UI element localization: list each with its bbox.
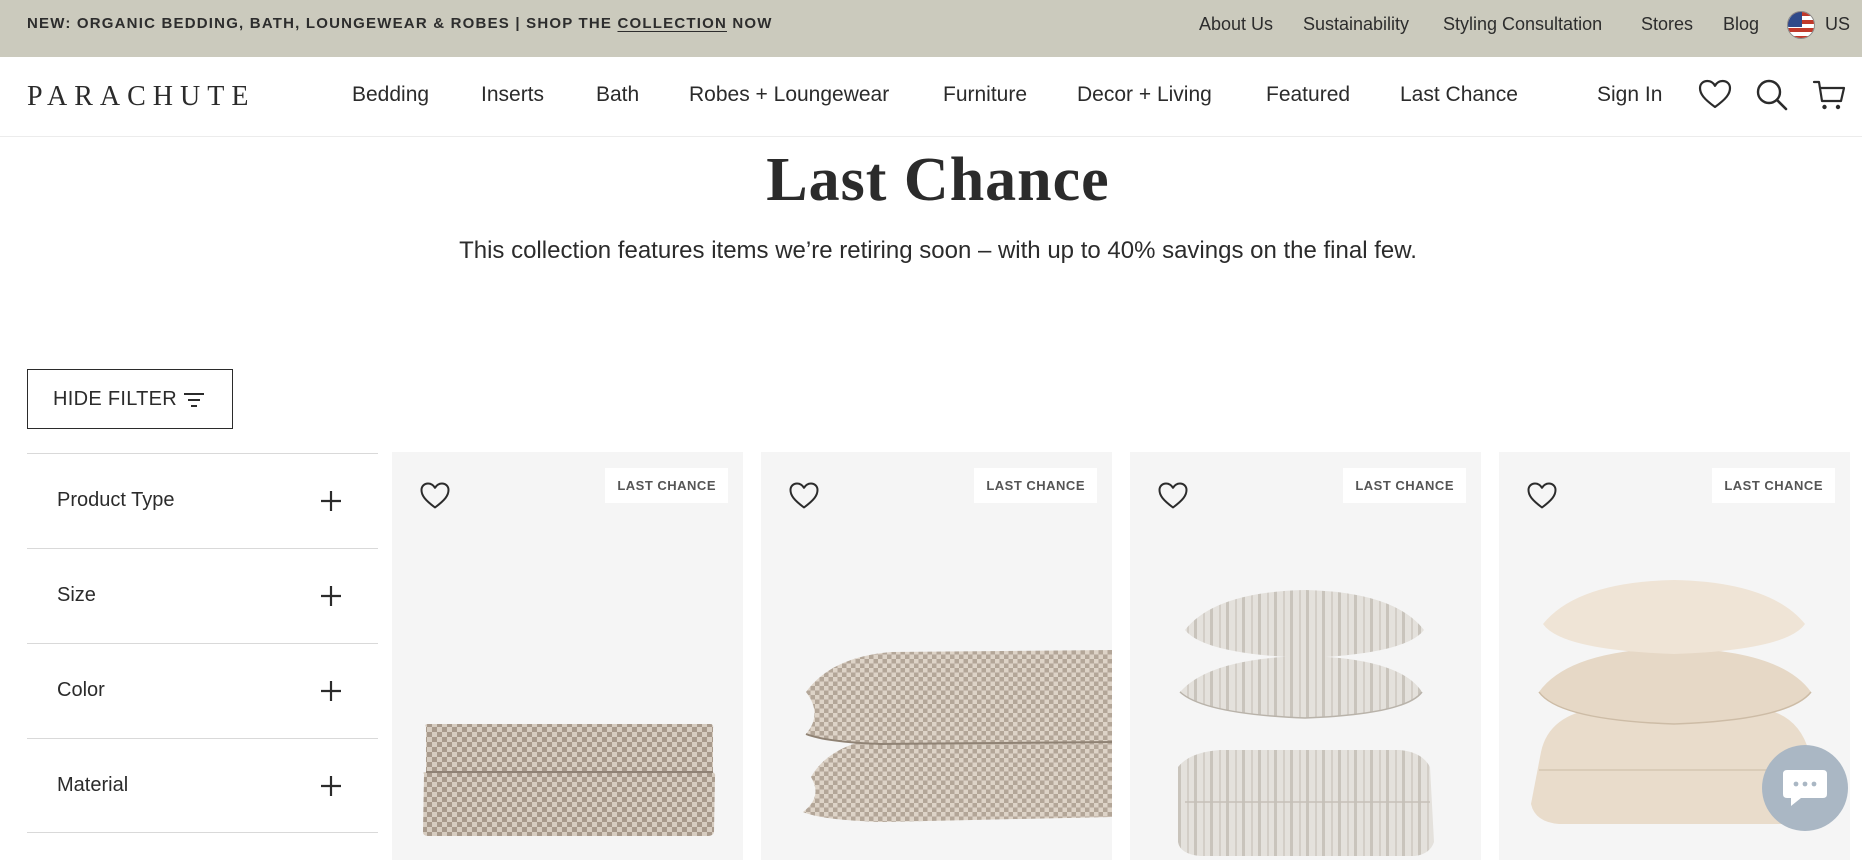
plus-icon[interactable] bbox=[319, 774, 343, 798]
last-chance-badge: LAST CHANCE bbox=[1343, 468, 1466, 503]
plus-icon[interactable] bbox=[319, 489, 343, 513]
utility-link-styling-consultation[interactable]: Styling Consultation bbox=[1443, 14, 1602, 35]
heart-icon[interactable] bbox=[1698, 78, 1732, 112]
announcement-text: NEW: ORGANIC BEDDING, BATH, LOUNGEWEAR &… bbox=[27, 15, 773, 32]
announcement-prefix: NEW: ORGANIC BEDDING, BATH, LOUNGEWEAR &… bbox=[27, 15, 618, 32]
nav-item-robes-loungewear[interactable]: Robes + Loungewear bbox=[689, 83, 889, 107]
last-chance-badge: LAST CHANCE bbox=[1712, 468, 1835, 503]
nav-item-bedding[interactable]: Bedding bbox=[352, 83, 429, 107]
filter-label: Size bbox=[57, 584, 96, 606]
wishlist-heart-icon[interactable] bbox=[788, 480, 820, 512]
utility-link-about-us[interactable]: About Us bbox=[1199, 14, 1273, 35]
utility-link-blog[interactable]: Blog bbox=[1723, 14, 1759, 35]
hide-filter-button[interactable]: HIDE FILTER bbox=[27, 369, 233, 429]
utility-link-stores[interactable]: Stores bbox=[1641, 14, 1693, 35]
last-chance-badge: LAST CHANCE bbox=[605, 468, 728, 503]
filter-label: Product Type bbox=[57, 489, 175, 511]
nav-item-furniture[interactable]: Furniture bbox=[943, 83, 1027, 107]
chat-button[interactable] bbox=[1762, 745, 1848, 831]
product-card[interactable]: LAST CHANCE bbox=[392, 452, 743, 860]
announcement-suffix: NOW bbox=[726, 15, 773, 32]
wishlist-heart-icon[interactable] bbox=[1526, 480, 1558, 512]
search-icon[interactable] bbox=[1755, 78, 1789, 112]
filter-icon bbox=[184, 393, 204, 407]
nav-item-featured[interactable]: Featured bbox=[1266, 83, 1350, 107]
logo[interactable]: PARACHUTE bbox=[27, 81, 255, 113]
filter-size[interactable]: Size bbox=[27, 548, 378, 643]
page-title: Last Chance bbox=[766, 146, 1110, 214]
nav-item-bath[interactable]: Bath bbox=[596, 83, 639, 107]
product-card[interactable]: LAST CHANCE bbox=[1130, 452, 1481, 860]
chat-icon bbox=[1783, 770, 1827, 806]
filter-color[interactable]: Color bbox=[27, 643, 378, 738]
last-chance-badge: LAST CHANCE bbox=[974, 468, 1097, 503]
cart-icon[interactable] bbox=[1812, 78, 1846, 112]
sign-in-link[interactable]: Sign In bbox=[1597, 83, 1662, 107]
plus-icon[interactable] bbox=[319, 584, 343, 608]
product-card[interactable]: LAST CHANCE bbox=[761, 452, 1112, 860]
region-selector[interactable]: US bbox=[1825, 14, 1850, 35]
filter-label: Material bbox=[57, 774, 129, 796]
wishlist-heart-icon[interactable] bbox=[419, 480, 451, 512]
page-subtitle: This collection features items we’re ret… bbox=[459, 237, 1417, 264]
product-image-folded-sheets[interactable] bbox=[392, 452, 743, 860]
product-image-striped-bedding[interactable] bbox=[1130, 452, 1481, 860]
nav-item-decor-living[interactable]: Decor + Living bbox=[1077, 83, 1212, 107]
product-image-pillows[interactable] bbox=[761, 452, 1112, 860]
announcement-bar: NEW: ORGANIC BEDDING, BATH, LOUNGEWEAR &… bbox=[0, 0, 1862, 57]
nav-item-inserts[interactable]: Inserts bbox=[481, 83, 544, 107]
filter-product-type[interactable]: Product Type bbox=[27, 453, 378, 548]
main-nav: PARACHUTE Bedding Inserts Bath Robes + L… bbox=[0, 57, 1862, 137]
announcement-collection-link[interactable]: COLLECTION bbox=[617, 15, 727, 32]
us-flag-icon[interactable] bbox=[1787, 11, 1815, 39]
filter-label: Color bbox=[57, 679, 105, 701]
filter-material[interactable]: Material bbox=[27, 738, 378, 833]
plus-icon[interactable] bbox=[319, 679, 343, 703]
hide-filter-label: HIDE FILTER bbox=[53, 388, 178, 410]
nav-item-last-chance[interactable]: Last Chance bbox=[1400, 83, 1518, 107]
utility-link-sustainability[interactable]: Sustainability bbox=[1303, 14, 1409, 35]
wishlist-heart-icon[interactable] bbox=[1157, 480, 1189, 512]
